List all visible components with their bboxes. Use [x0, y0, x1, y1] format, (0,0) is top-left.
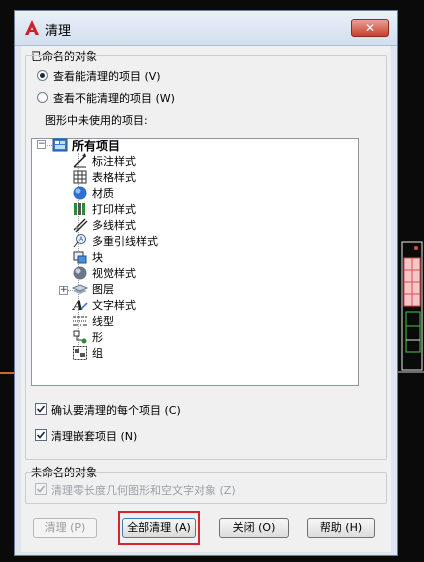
checkmark-icon — [36, 405, 46, 413]
tree-item-label: 图层 — [92, 283, 114, 296]
purgeable-items-radio[interactable] — [37, 70, 48, 81]
tree-item-layer[interactable]: 图层 — [72, 281, 114, 297]
all-items-icon — [52, 138, 68, 152]
tree-item-label: 视觉样式 — [92, 267, 136, 280]
title-bar[interactable]: 清理 ✕ — [15, 11, 397, 46]
tree-item-label: 组 — [92, 347, 103, 360]
tree-item-label: 打印样式 — [92, 203, 136, 216]
tree-item-multiline-style[interactable]: 多线样式 — [72, 217, 136, 233]
purge-dialog: 清理 ✕ 已命名的对象 查看能清理的项目 (V) 查看不能清理的项目 (W) 图… — [14, 10, 398, 556]
plot-style-icon — [74, 203, 85, 215]
tree-item-label: 材质 — [92, 187, 114, 200]
layer-icon — [72, 284, 88, 294]
confirm-each-checkbox[interactable] — [35, 403, 47, 415]
tree-item-plot-style[interactable]: 打印样式 — [72, 201, 136, 217]
tree-item-label: 多线样式 — [92, 219, 136, 232]
tree-item-label: 文字样式 — [92, 299, 136, 312]
purge-zero-length-label[interactable]: 清理零长度几何图形和空文字对象 (Z) — [51, 482, 236, 498]
tree-root-label: 所有项目 — [72, 138, 121, 153]
tree-item-material[interactable]: 材质 — [72, 185, 114, 201]
tree-root[interactable]: 所有项目 — [52, 137, 120, 153]
text-style-icon: A — [72, 299, 88, 313]
dimension-style-icon — [73, 153, 86, 168]
close-window-button[interactable]: ✕ — [351, 19, 389, 37]
group-icon — [73, 346, 87, 360]
tree-caption: 图形中未使用的项目: — [45, 114, 148, 127]
tree-item-label: 表格样式 — [92, 171, 136, 184]
help-button[interactable]: 帮助 (H) — [307, 518, 375, 538]
linetype-icon — [73, 316, 87, 326]
tree-item-label: 多重引线样式 — [92, 235, 158, 248]
autocad-app-icon — [25, 20, 39, 35]
collapse-root-toggle[interactable]: − — [37, 140, 46, 149]
tree-item-label: 标注样式 — [92, 155, 136, 168]
not-purgeable-items-radio[interactable] — [37, 92, 48, 103]
not-purgeable-items-label[interactable]: 查看不能清理的项目 (W) — [53, 90, 175, 106]
tree-item-group[interactable]: 组 — [72, 345, 103, 361]
expand-layer-toggle[interactable]: + — [59, 286, 68, 295]
visual-style-icon — [73, 266, 87, 280]
purgeable-items-label[interactable]: 查看能清理的项目 (V) — [53, 68, 161, 84]
dialog-body: 已命名的对象 查看能清理的项目 (V) 查看不能清理的项目 (W) 图形中未使用… — [21, 46, 391, 552]
table-style-icon — [73, 170, 87, 184]
tree-item-linetype[interactable]: 线型 — [72, 313, 114, 329]
close-icon: ✕ — [364, 21, 376, 35]
svg-text:A: A — [72, 299, 83, 313]
checkmark-icon — [36, 485, 46, 493]
tree-item-label: 线型 — [92, 315, 114, 328]
tree-item-dimension-style[interactable]: 标注样式 — [72, 153, 136, 169]
close-button[interactable]: 关闭 (O) — [219, 518, 289, 538]
tree-item-table-style[interactable]: 表格样式 — [72, 169, 136, 185]
dialog-title: 清理 — [45, 24, 72, 39]
tree-item-shape[interactable]: 形 — [72, 329, 103, 345]
tree-item-label: 块 — [92, 251, 103, 264]
tree-item-multileader-style[interactable]: A 多重引线样式 — [72, 233, 158, 249]
tree-item-block[interactable]: 块 — [72, 249, 103, 265]
purge-nested-label[interactable]: 清理嵌套项目 (N) — [51, 428, 137, 444]
purge-nested-checkbox[interactable] — [35, 429, 47, 441]
annotation-highlight-box — [118, 511, 200, 545]
confirm-each-label[interactable]: 确认要清理的每个项目 (C) — [51, 402, 181, 418]
material-icon — [73, 186, 87, 200]
tree-item-label: 形 — [92, 331, 103, 344]
shape-icon — [73, 330, 87, 344]
checkmark-icon — [36, 431, 46, 439]
cad-drawing-fragment — [398, 241, 424, 373]
unused-items-tree[interactable]: − 所有项目 标注样式 表格样式 材质 打印样式 多线样式 A 多重引线样式 块… — [31, 138, 359, 386]
multiline-style-icon — [73, 218, 88, 233]
tree-item-visual-style[interactable]: 视觉样式 — [72, 265, 136, 281]
tree-item-text-style[interactable]: A 文字样式 — [72, 297, 136, 313]
block-icon — [73, 251, 87, 264]
multileader-style-icon: A — [73, 234, 86, 248]
purge-button[interactable]: 清理 (P) — [33, 518, 97, 538]
purge-zero-length-checkbox[interactable] — [35, 483, 47, 495]
